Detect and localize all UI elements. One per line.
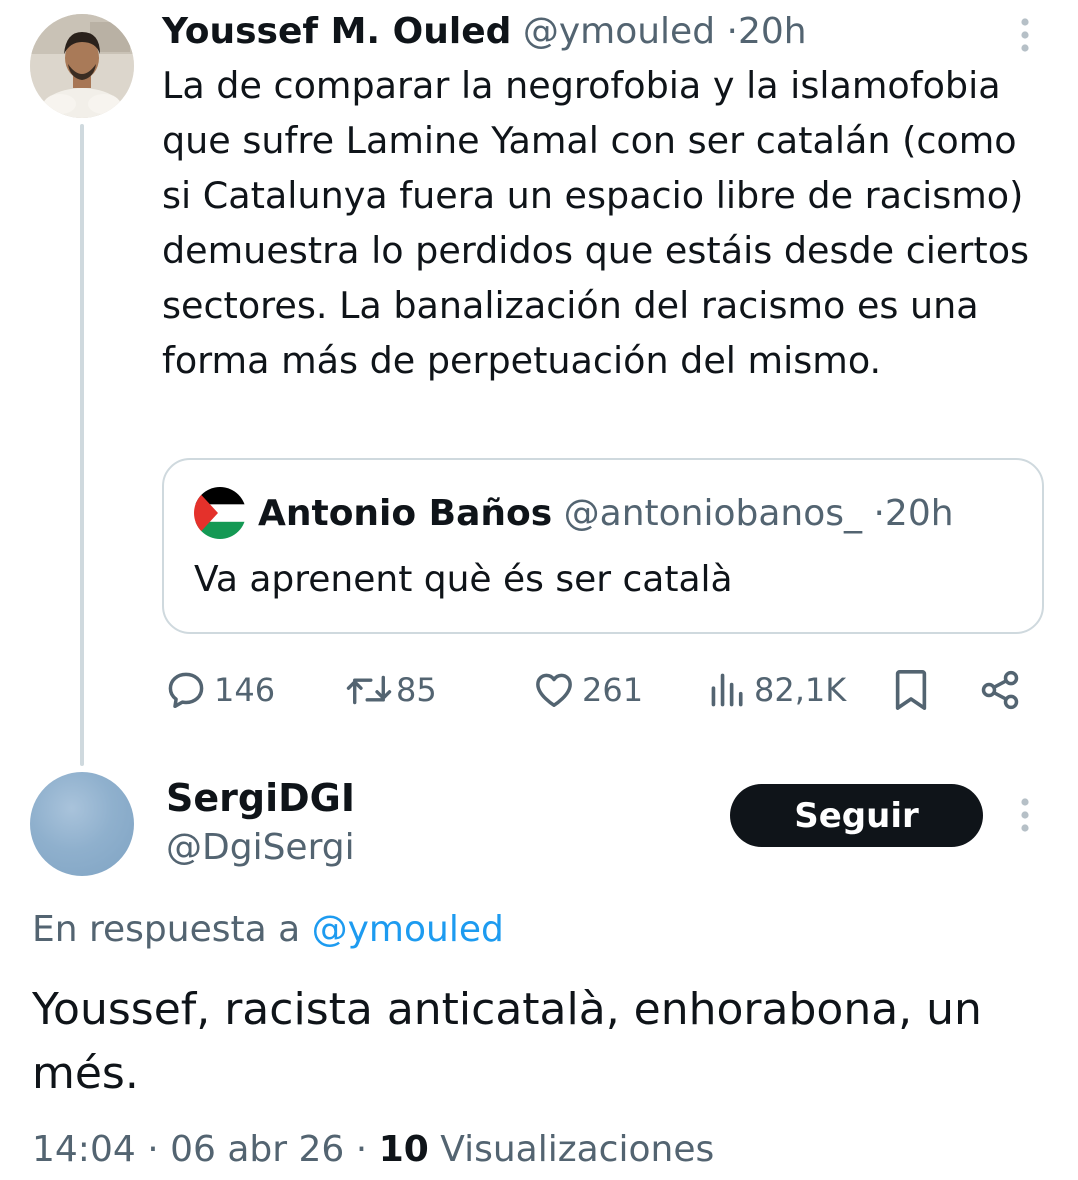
share-button[interactable] [978, 662, 1022, 718]
reply-button[interactable]: 146 [164, 662, 275, 718]
like-count: 261 [582, 671, 644, 709]
quote-author-name: Antonio Baños [258, 493, 553, 534]
author-name[interactable]: Youssef M. Ouled [162, 11, 511, 52]
repost-icon [346, 675, 392, 705]
repost-count: 85 [396, 671, 437, 709]
quote-header: Antonio Baños @antoniobanos_ ·20h [258, 486, 954, 542]
palestine-flag-icon [194, 487, 246, 539]
more-vertical-icon [1021, 18, 1029, 52]
share-icon [981, 670, 1019, 710]
in-reply-to: En respuesta a @ymouled [32, 902, 504, 958]
separator-dot: · [726, 11, 738, 52]
author-handle[interactable]: @ymouled [523, 11, 715, 52]
reply-author-handle[interactable]: @DgiSergi [166, 820, 355, 876]
reply-text: Youssef, racista anticatalà, enhorabona,… [32, 984, 982, 1099]
quote-avatar [194, 487, 246, 539]
reply-time[interactable]: 14:04 [32, 1129, 136, 1170]
in-reply-handle-link[interactable]: @ymouled [312, 909, 504, 950]
quote-time: 20h [884, 493, 954, 534]
tweet-header: Youssef M. Ouled @ymouled ·20h [162, 4, 807, 60]
bookmark-icon [895, 670, 927, 710]
separator-dot: · [355, 1129, 368, 1170]
quote-author-handle: @antoniobanos_ [563, 493, 863, 534]
more-vertical-icon [1021, 798, 1029, 832]
quote-text: Va aprenent què és ser català [194, 559, 733, 600]
reply-views-count: 10 [378, 1129, 429, 1170]
reply-more-options-button[interactable] [1015, 796, 1035, 840]
like-button[interactable]: 261 [532, 662, 643, 718]
reply-author-name[interactable]: SergiDGI [166, 770, 355, 826]
reply-views-label: Visualizaciones [440, 1129, 715, 1170]
separator-dot: · [147, 1129, 159, 1170]
profile-photo-icon [30, 14, 134, 118]
in-reply-prefix: En respuesta a [32, 909, 301, 950]
reply-avatar[interactable] [30, 772, 134, 876]
views-chart-icon [711, 673, 743, 707]
heart-icon [536, 673, 572, 707]
reply-count: 146 [214, 671, 276, 709]
more-options-button[interactable] [1015, 16, 1035, 60]
follow-button[interactable]: Seguir [730, 784, 983, 847]
separator-dot: · [873, 493, 885, 534]
reply-date[interactable]: 06 abr 26 [170, 1129, 344, 1170]
bookmark-button[interactable] [890, 662, 932, 718]
tweet-text: La de comparar la negrofobia y la islamo… [162, 64, 1030, 382]
tweet-time[interactable]: 20h [738, 11, 807, 52]
reply-icon [168, 672, 204, 709]
avatar[interactable] [30, 14, 134, 118]
repost-button[interactable]: 85 [344, 662, 437, 718]
views-button[interactable]: 82,1K [708, 662, 846, 718]
views-count: 82,1K [754, 671, 847, 709]
thread-line [80, 124, 84, 766]
reply-timestamp: 14:04 · 06 abr 26 · 10 Visualizaciones [32, 1122, 714, 1178]
